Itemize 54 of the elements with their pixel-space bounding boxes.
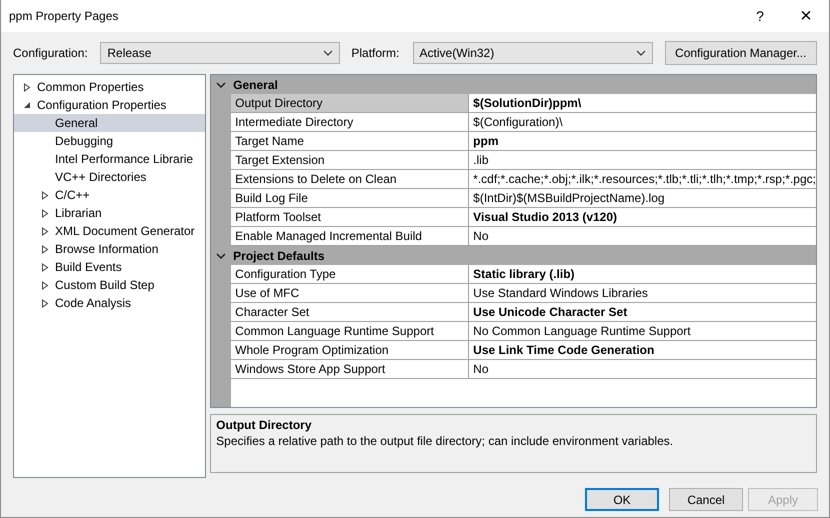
- tree-item[interactable]: Build Events: [52, 259, 125, 275]
- property-value[interactable]: Use Standard Windows Libraries: [469, 284, 816, 303]
- tree-item[interactable]: Librarian: [52, 205, 105, 221]
- dialog-button[interactable]: Cancel: [669, 488, 743, 511]
- configuration-dropdown[interactable]: Release: [100, 42, 340, 64]
- property-name[interactable]: Output Directory: [231, 94, 470, 113]
- property-value[interactable]: $(IntDir)$(MSBuildProjectName).log: [469, 189, 816, 208]
- description-text: Specifies a relative path to the output file directory; can include environment variables.: [216, 434, 674, 448]
- property-name[interactable]: Common Language Runtime Support: [231, 322, 470, 341]
- property-name[interactable]: Windows Store App Support: [231, 360, 470, 379]
- property-name[interactable]: Build Log File: [231, 189, 470, 208]
- property-value[interactable]: No Common Language Runtime Support: [469, 322, 816, 341]
- tree-item[interactable]: Configuration Properties: [34, 97, 170, 113]
- window-title: ppm Property Pages: [9, 9, 120, 23]
- dialog-button[interactable]: OK: [585, 488, 659, 511]
- property-name[interactable]: Character Set: [231, 303, 470, 322]
- tree-item[interactable]: Debugging: [52, 133, 116, 149]
- property-name[interactable]: Extensions to Delete on Clean: [231, 170, 470, 189]
- dropdown-chevron-icon: [323, 50, 334, 56]
- dropdown-chevron-icon: [636, 50, 646, 56]
- property-value[interactable]: Use Link Time Code Generation: [469, 341, 816, 360]
- platform-dropdown[interactable]: Active(Win32): [412, 42, 653, 64]
- tree-item[interactable]: Custom Build Step: [52, 277, 158, 293]
- platform-label: Platform:: [351, 46, 400, 60]
- configuration-label: Configuration:: [13, 46, 89, 60]
- property-value[interactable]: .lib: [469, 151, 816, 170]
- property-value[interactable]: $(Configuration)\: [469, 113, 816, 132]
- category-title: General: [232, 78, 278, 92]
- tree-item[interactable]: Intel Performance Librarie: [52, 151, 196, 167]
- property-value[interactable]: No: [469, 360, 816, 379]
- property-name[interactable]: Target Name: [231, 132, 470, 151]
- help-button[interactable]: ?: [737, 8, 783, 24]
- property-name[interactable]: Target Extension: [231, 151, 470, 170]
- property-value[interactable]: *.cdf;*.cache;*.obj;*.ilk;*.resources;*.tlb;*.tli;*.tlh;*.tmp;*.rsp;*.pgc;: [469, 170, 816, 189]
- configuration-manager-button[interactable]: Configuration Manager...: [664, 41, 817, 65]
- property-value[interactable]: $(SolutionDir)ppm\: [469, 94, 816, 113]
- tree-item[interactable]: Common Properties: [34, 79, 147, 95]
- close-button[interactable]: ×: [783, 6, 829, 26]
- tree-item[interactable]: XML Document Generator: [52, 223, 198, 239]
- category-title: Project Defaults: [232, 248, 325, 262]
- property-value[interactable]: ppm: [469, 132, 816, 151]
- property-name[interactable]: Configuration Type: [231, 265, 470, 284]
- property-name[interactable]: Intermediate Directory: [231, 113, 470, 132]
- property-name[interactable]: Whole Program Optimization: [231, 341, 470, 360]
- property-value[interactable]: Visual Studio 2013 (v120): [469, 208, 816, 227]
- description-title: Output Directory: [216, 418, 313, 432]
- property-value[interactable]: Static library (.lib): [469, 265, 816, 284]
- tree-item[interactable]: Browse Information: [52, 241, 162, 257]
- property-value[interactable]: Use Unicode Character Set: [469, 303, 816, 322]
- property-name[interactable]: Use of MFC: [231, 284, 470, 303]
- property-name[interactable]: Platform Toolset: [231, 208, 470, 227]
- tree-item[interactable]: C/C++: [52, 187, 93, 203]
- tree-item[interactable]: VC++ Directories: [52, 169, 150, 185]
- tree-item[interactable]: Code Analysis: [52, 295, 134, 311]
